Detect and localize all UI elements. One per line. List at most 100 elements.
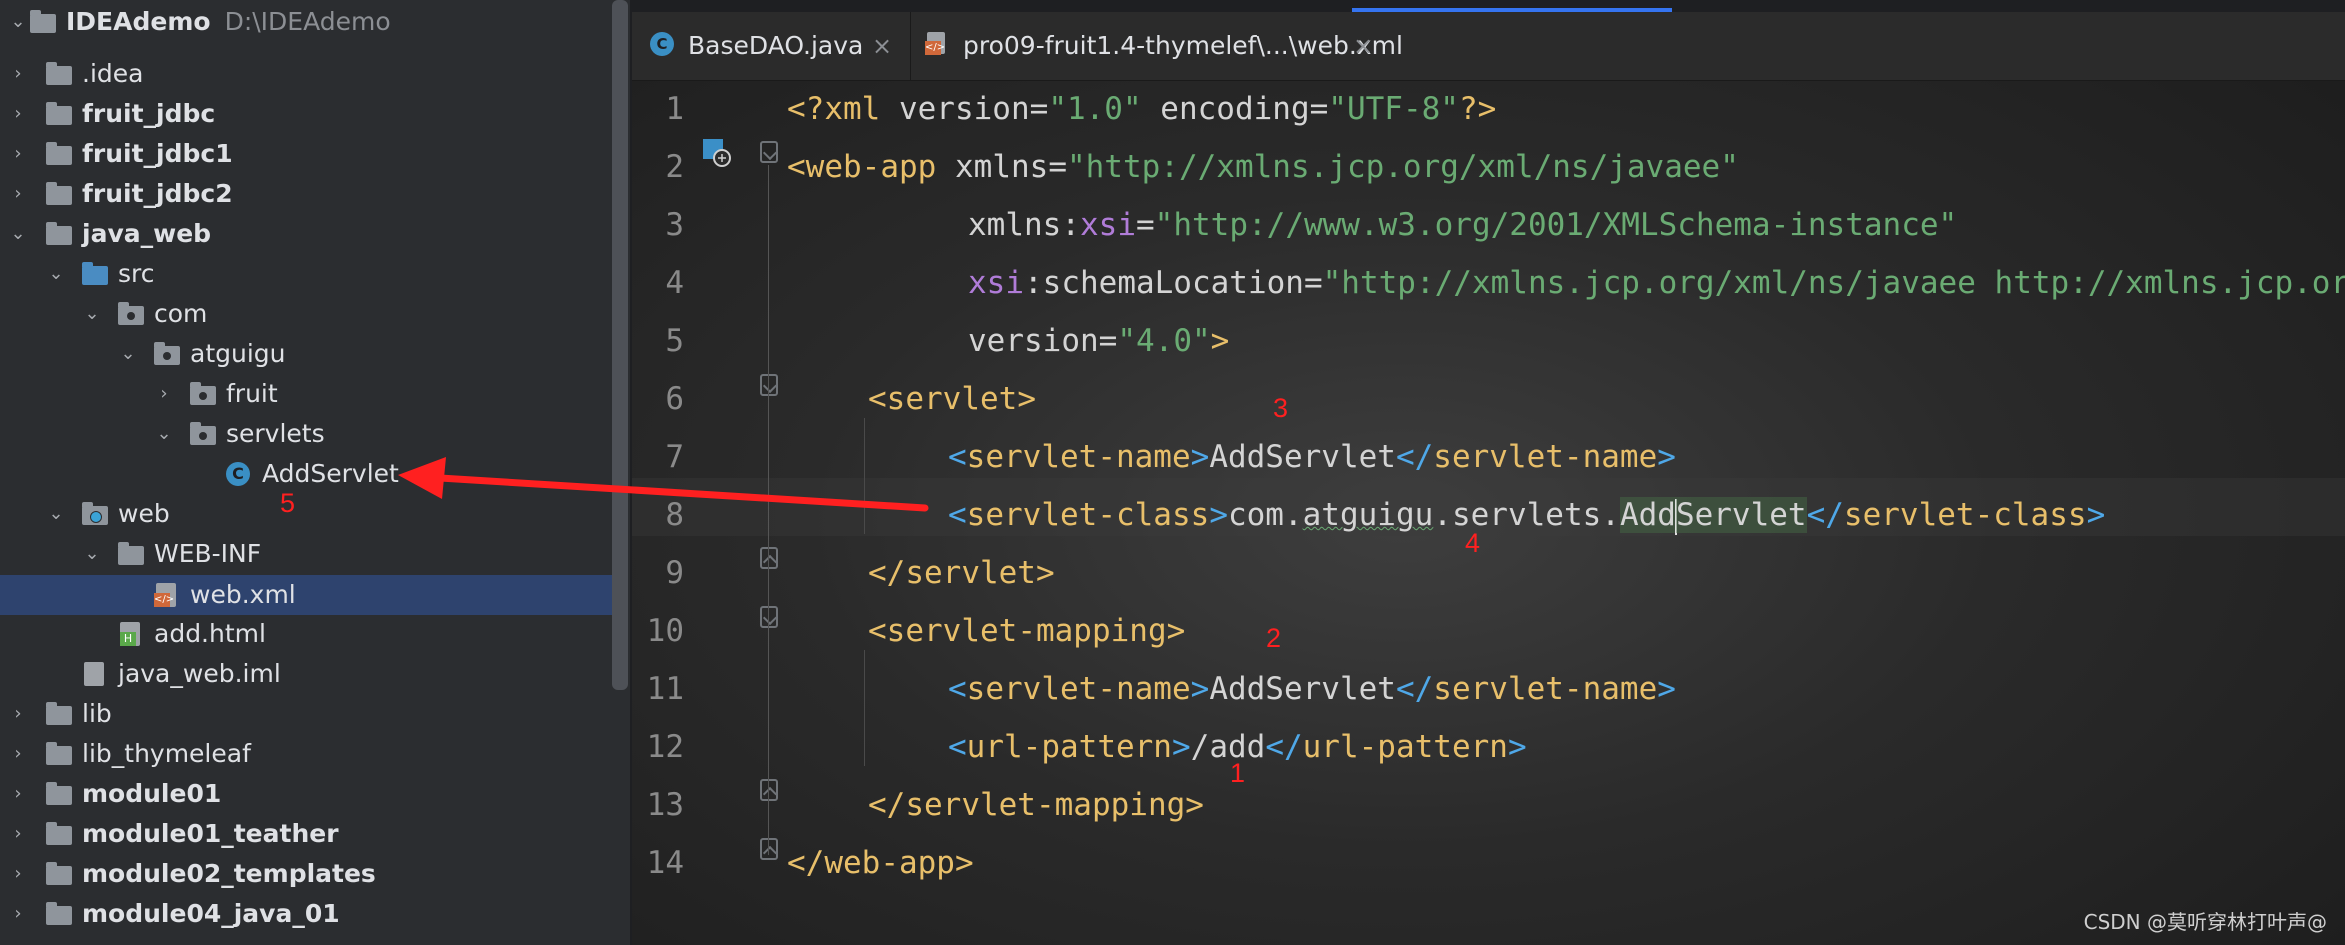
chevron-right-icon[interactable]: › <box>6 174 30 214</box>
code-line-10[interactable]: <servlet-mapping> <box>868 602 1185 660</box>
sidebar-scrollbar[interactable] <box>612 0 628 690</box>
chevron-right-icon[interactable]: › <box>6 734 30 774</box>
token: servlet-name <box>966 439 1191 475</box>
chevron-right-icon[interactable]: › <box>6 854 30 894</box>
tree-item-module04-java-01[interactable]: › module04_java_01 <box>0 894 612 934</box>
token: > <box>1017 381 1036 417</box>
tab-label: BaseDAO.java <box>688 31 864 60</box>
token: < <box>787 149 806 185</box>
code-line-3[interactable]: xmlns:xsi="http://www.w3.org/2001/XMLSch… <box>968 196 1957 254</box>
chevron-down-icon[interactable]: ⌄ <box>80 534 104 574</box>
tab-web-xml[interactable]: </> pro09-fruit1.4-thymelef\...\web.xml … <box>910 12 1405 80</box>
tree-item-idea[interactable]: › .idea <box>0 54 612 94</box>
close-icon[interactable]: × <box>1353 12 1373 80</box>
fold-toggle-icon[interactable] <box>760 838 778 860</box>
typo-warning: atguigu <box>1302 497 1434 533</box>
chevron-down-icon[interactable]: ⌄ <box>152 414 176 454</box>
chevron-down-icon[interactable]: ⌄ <box>80 294 104 334</box>
folder-icon <box>46 702 72 726</box>
token: </ <box>1395 439 1434 475</box>
tree-item-module01[interactable]: › module01 <box>0 774 612 814</box>
chevron-down-icon[interactable]: ⌄ <box>6 2 30 42</box>
annotation-number-2: 2 <box>1266 623 1282 653</box>
code-line-9[interactable]: </servlet> <box>868 544 1055 602</box>
fold-toggle-icon[interactable] <box>760 779 778 801</box>
close-icon[interactable]: × <box>872 12 892 80</box>
tree-item-label: add.html <box>154 619 266 648</box>
tree-item-label: .idea <box>82 59 144 88</box>
annotation-number-5: 5 <box>280 488 296 518</box>
line-number: 8 <box>665 497 684 533</box>
token: = <box>1303 265 1323 301</box>
tab-basedao-java[interactable]: C BaseDAO.java × <box>650 12 910 80</box>
package-icon <box>118 302 144 326</box>
code-line-13[interactable]: </servlet-mapping> <box>868 776 1204 834</box>
chevron-right-icon[interactable]: › <box>6 774 30 814</box>
tree-root-ideademo[interactable]: ⌄ IDEAdemo D:\IDEAdemo <box>0 2 612 42</box>
fold-toggle-icon[interactable] <box>760 606 778 628</box>
fold-toggle-icon[interactable] <box>760 547 778 569</box>
tree-item-src[interactable]: ⌄ src <box>0 254 612 294</box>
code-editor[interactable]: C BaseDAO.java × </> pro09-fruit1.4-thym… <box>632 0 2345 945</box>
code-line-7[interactable]: <servlet-name>AddServlet</servlet-name> <box>948 428 1676 486</box>
chevron-right-icon[interactable]: › <box>6 814 30 854</box>
code-line-11[interactable]: <servlet-name>AddServlet</servlet-name> <box>948 660 1676 718</box>
token: servlet-class <box>1843 497 2087 533</box>
code-line-1[interactable]: <?xml version="1.0" encoding="UTF-8"?> <box>787 80 1496 138</box>
chevron-down-icon[interactable]: ⌄ <box>6 214 30 254</box>
fold-toggle-icon[interactable] <box>760 374 778 396</box>
token: > <box>1210 323 1230 359</box>
token: = <box>1029 91 1049 127</box>
code-line-14[interactable]: </web-app> <box>787 834 974 892</box>
chevron-right-icon[interactable]: › <box>6 94 30 134</box>
tree-item-fruit-jdbc[interactable]: › fruit_jdbc <box>0 94 612 134</box>
package-icon <box>190 422 216 446</box>
annotation-number-1: 1 <box>1230 758 1246 788</box>
chevron-right-icon[interactable]: › <box>6 694 30 734</box>
xml-file-icon: </> <box>154 583 180 607</box>
tree-item-web-xml[interactable]: </> web.xml <box>0 575 612 615</box>
tree-item-java-web-iml[interactable]: java_web.iml <box>0 654 612 694</box>
token: > <box>1185 787 1204 823</box>
tree-item-web-inf[interactable]: ⌄ WEB-INF <box>0 534 612 574</box>
line-number: 10 <box>646 613 684 649</box>
tree-item-lib-thymeleaf[interactable]: › lib_thymeleaf <box>0 734 612 774</box>
code-line-6[interactable]: <servlet> <box>868 370 1036 428</box>
tree-item-web[interactable]: ⌄ web <box>0 494 612 534</box>
web-descriptor-gutter-icon[interactable] <box>702 138 732 168</box>
package-icon <box>154 342 180 366</box>
tree-item-lib[interactable]: › lib <box>0 694 612 734</box>
fold-toggle-icon[interactable] <box>760 141 778 163</box>
chevron-down-icon[interactable]: ⌄ <box>116 334 140 374</box>
chevron-right-icon[interactable]: › <box>152 374 176 414</box>
tree-item-fruit[interactable]: › fruit <box>0 374 612 414</box>
tree-item-label: module01_teather <box>82 819 339 848</box>
tree-item-fruit-jdbc2[interactable]: › fruit_jdbc2 <box>0 174 612 214</box>
annotation-number-4: 4 <box>1465 528 1481 558</box>
token: /add <box>1190 729 1266 765</box>
tree-item-servlets[interactable]: ⌄ servlets <box>0 414 612 454</box>
tree-item-fruit-jdbc1[interactable]: › fruit_jdbc1 <box>0 134 612 174</box>
chevron-right-icon[interactable]: › <box>6 894 30 934</box>
tree-item-atguigu[interactable]: ⌄ atguigu <box>0 334 612 374</box>
chevron-right-icon[interactable]: › <box>6 54 30 94</box>
tree-item-module01-teather[interactable]: › module01_teather <box>0 814 612 854</box>
tree-item-java-web[interactable]: ⌄ java_web <box>0 214 612 254</box>
code-line-4[interactable]: xsi:schemaLocation="http://xmlns.jcp.org… <box>968 254 2345 312</box>
chevron-down-icon[interactable]: ⌄ <box>44 254 68 294</box>
token: version <box>898 91 1030 127</box>
folder-icon <box>46 62 72 86</box>
code-line-8[interactable]: <servlet-class>com.atguigu.servlets.AddS… <box>948 486 2105 544</box>
tab-label: pro09-fruit1.4-thymelef\...\web.xml <box>963 31 1403 60</box>
token: "http://www.w3.org/2001/XMLSchema-instan… <box>1154 207 1958 243</box>
tree-item-module02-templates[interactable]: › module02_templates <box>0 854 612 894</box>
tree-item-com[interactable]: ⌄ com <box>0 294 612 334</box>
chevron-right-icon[interactable]: › <box>6 134 30 174</box>
tree-item-add-html[interactable]: H add.html <box>0 614 612 654</box>
tree-item-addservlet[interactable]: C AddServlet <box>0 454 612 494</box>
code-line-2[interactable]: <web-app xmlns="http://xmlns.jcp.org/xml… <box>787 138 1739 196</box>
chevron-down-icon[interactable]: ⌄ <box>44 494 68 534</box>
token: > <box>1657 671 1676 707</box>
token: "http://xmlns.jcp.org/xml/ns/javaee" <box>1066 149 1739 185</box>
code-line-5[interactable]: version="4.0"> <box>968 312 1229 370</box>
